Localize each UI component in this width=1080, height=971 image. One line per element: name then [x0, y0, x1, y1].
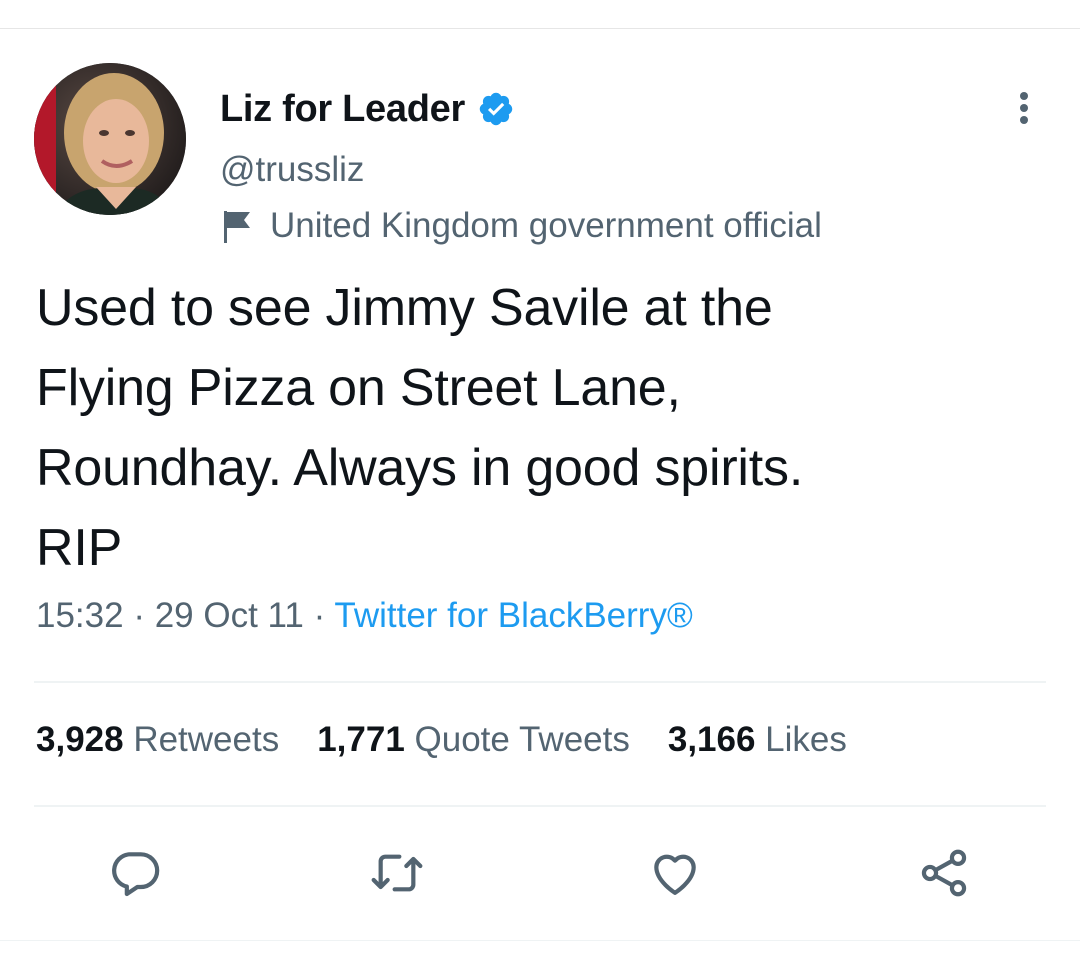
quote-tweets-label: Quote Tweets [414, 720, 630, 759]
reply-button[interactable] [103, 843, 167, 907]
author-name-row[interactable]: Liz for Leader [220, 86, 515, 132]
tweet-text: Used to see Jimmy Savile at the Flying P… [36, 268, 1046, 588]
retweets-label: Retweets [133, 720, 280, 759]
share-icon [916, 845, 972, 906]
like-button[interactable] [643, 843, 707, 907]
display-name[interactable]: Liz for Leader [220, 88, 465, 131]
heart-icon [647, 845, 703, 906]
handle[interactable]: @trussliz [220, 150, 364, 190]
retweets-count: 3,928 [36, 720, 134, 759]
quote-tweets-stat[interactable]: 1,771 Quote Tweets [317, 720, 630, 760]
tweet-text-line: RIP [36, 519, 123, 577]
top-divider [0, 28, 1080, 29]
retweet-icon [369, 845, 425, 906]
account-label: United Kingdom government official [220, 206, 822, 246]
share-button[interactable] [912, 843, 976, 907]
meta-separator: · [133, 596, 155, 635]
divider [34, 681, 1046, 683]
flag-icon [220, 207, 256, 245]
more-options-icon[interactable] [1006, 88, 1042, 128]
divider [34, 805, 1046, 807]
tweet-text-line: Roundhay. Always in good spirits. [36, 439, 804, 497]
engagement-stats: 3,928 Retweets 1,771 Quote Tweets 3,166 … [36, 720, 885, 760]
tweet-text-line: Used to see Jimmy Savile at the [36, 279, 773, 337]
likes-stat[interactable]: 3,166 Likes [668, 720, 847, 760]
retweet-button[interactable] [365, 843, 429, 907]
action-bar [0, 843, 1080, 907]
verified-badge-icon [477, 90, 515, 128]
avatar[interactable] [34, 63, 186, 215]
tweet-source-link[interactable]: Twitter for BlackBerry® [334, 596, 692, 635]
bottom-divider [0, 940, 1080, 941]
account-label-text: United Kingdom government official [270, 206, 822, 245]
likes-count: 3,166 [667, 720, 766, 759]
likes-label: Likes [765, 720, 847, 759]
tweet-meta: 15:32 · 29 Oct 11 · Twitter for BlackBer… [36, 596, 693, 636]
tweet-text-line: Flying Pizza on Street Lane, [36, 359, 681, 417]
tweet-time[interactable]: 15:32 [36, 596, 124, 635]
reply-icon [107, 845, 163, 906]
meta-separator: · [313, 596, 335, 635]
retweets-stat[interactable]: 3,928 Retweets [36, 720, 279, 760]
tweet-date[interactable]: 29 Oct 11 [155, 596, 304, 635]
quote-tweets-count: 1,771 [317, 720, 415, 759]
